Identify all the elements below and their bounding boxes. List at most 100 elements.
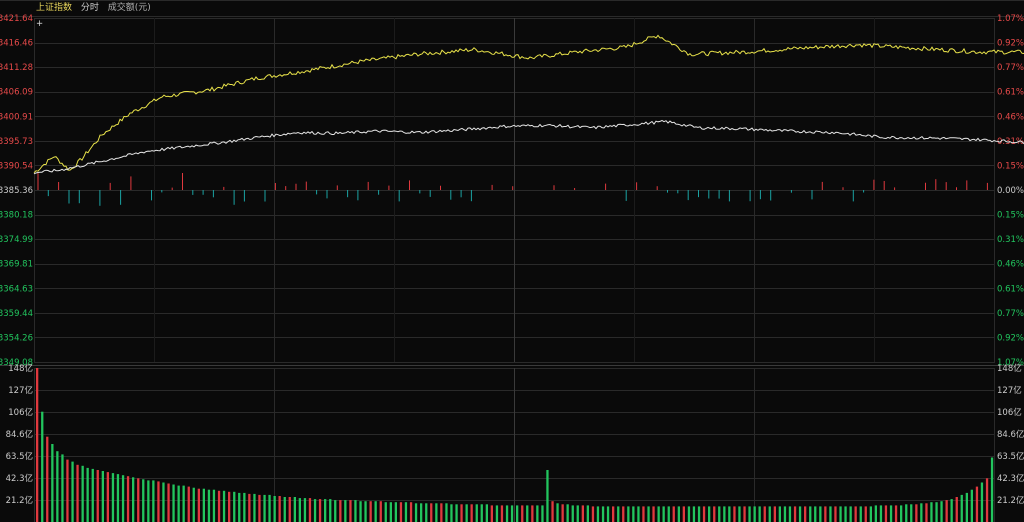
volume-bar: [455, 504, 458, 522]
volume-axis-label: 42.3亿: [6, 473, 33, 484]
volume-bar: [76, 464, 79, 522]
volume-bar: [258, 494, 261, 522]
volume-bar: [647, 506, 650, 522]
volume-bar: [500, 505, 504, 522]
index-price-line: [33, 34, 1024, 174]
volume-bar: [652, 506, 655, 522]
volume-bar: [925, 503, 928, 522]
volume-bar: [768, 506, 771, 522]
volume-bar: [46, 436, 49, 522]
volume-axis-label: 84.6亿: [6, 429, 33, 440]
volume-bar: [172, 484, 175, 522]
volume-bar: [253, 493, 256, 522]
intraday-chart[interactable]: 3421.64 3416.46 3411.28 3406.09 3400.91 3395.…: [0, 0, 1024, 522]
volume-bar: [586, 505, 589, 522]
volume-bar: [510, 505, 514, 522]
percent-axis-label: 0.31%: [997, 235, 1024, 245]
price-axis-label: 3374.99: [0, 235, 33, 245]
volume-bar: [819, 506, 822, 522]
price-axis-label: 3390.54: [0, 161, 33, 171]
volume-bar: [632, 506, 635, 522]
volume-bar: [576, 505, 579, 522]
crosshair-icon: +: [36, 19, 43, 29]
volume-bar: [531, 505, 534, 522]
volume-bar: [324, 499, 327, 522]
volume-bar: [56, 451, 59, 522]
volume-bar: [111, 473, 115, 522]
volume-bar: [783, 506, 787, 522]
volume-bar: [541, 505, 544, 522]
volume-bar: [177, 485, 180, 522]
volume-bar: [642, 506, 645, 522]
volume-bar: [738, 506, 741, 522]
volume-bar: [233, 491, 236, 522]
volume-bar: [970, 489, 973, 522]
volume-bar: [364, 501, 367, 522]
volume-bar: [763, 506, 766, 522]
volume-bar: [278, 496, 281, 522]
volume-bar: [66, 459, 69, 522]
percent-axis-label: 0.15%: [997, 211, 1024, 221]
volume-bar: [36, 368, 39, 522]
volume-bar: [667, 506, 670, 522]
volume-bar: [551, 501, 554, 522]
volume-bar: [91, 468, 94, 522]
volume-bar: [728, 506, 731, 522]
volume-bar: [106, 472, 109, 522]
volume-bar: [637, 506, 640, 522]
price-axis-label: 3406.09: [0, 88, 33, 98]
volume-bar: [263, 494, 266, 522]
volume-bar: [708, 506, 711, 522]
volume-bar: [950, 499, 953, 522]
volume-bar: [394, 502, 397, 522]
volume-bar: [283, 497, 286, 522]
volume-bar: [222, 490, 226, 522]
volume-bar: [940, 501, 943, 522]
volume-bar: [425, 503, 428, 522]
volume-bar: [308, 498, 312, 522]
volume-bar: [910, 504, 913, 522]
volume-bar: [824, 506, 827, 522]
volume-bar: [804, 506, 807, 522]
volume-bar: [268, 494, 271, 522]
price-axis-label: 3354.26: [0, 333, 33, 343]
price-axis-label: 3421.64: [0, 14, 33, 24]
volume-axis-label: 127亿: [8, 385, 33, 396]
volume-bar: [404, 502, 408, 522]
volume-bar: [228, 491, 231, 522]
volume-bar: [834, 506, 837, 522]
volume-bar: [793, 506, 797, 522]
percent-axis-label: 0.77%: [997, 309, 1024, 319]
volume-bar: [692, 506, 696, 522]
volume-bar: [743, 506, 746, 522]
volume-bar: [985, 478, 989, 522]
volume-bar: [288, 497, 291, 522]
percent-axis-label: 0.15%: [997, 161, 1024, 171]
volume-bar: [612, 506, 615, 522]
volume-bar: [601, 506, 605, 522]
volume-bar: [965, 492, 968, 522]
volume-bar: [955, 497, 958, 522]
volume-bar: [293, 497, 296, 522]
volume-bar: [990, 457, 994, 522]
volume-bar: [202, 488, 205, 522]
volume-bar: [440, 503, 443, 522]
price-axis-label: 3416.46: [0, 39, 33, 49]
volume-bar: [733, 506, 736, 522]
volume-bar: [596, 506, 600, 522]
volume-bar: [399, 502, 403, 522]
volume-bar: [879, 505, 883, 522]
volume-axis-label-right: 63.5亿: [997, 451, 1024, 462]
volume-bar: [137, 478, 140, 522]
volume-bar: [748, 506, 751, 522]
volume-bar: [859, 506, 862, 522]
price-axis-label: 3364.63: [0, 284, 33, 294]
volume-bar: [132, 477, 135, 522]
volume-bar: [758, 506, 761, 522]
volume-bar: [546, 470, 549, 522]
volume-bar: [470, 504, 473, 522]
price-axis-label: 3411.28: [0, 63, 33, 73]
volume-axis-label-right: 42.3亿: [997, 473, 1024, 484]
volume-bar: [101, 471, 104, 522]
volume-bar: [505, 505, 509, 522]
